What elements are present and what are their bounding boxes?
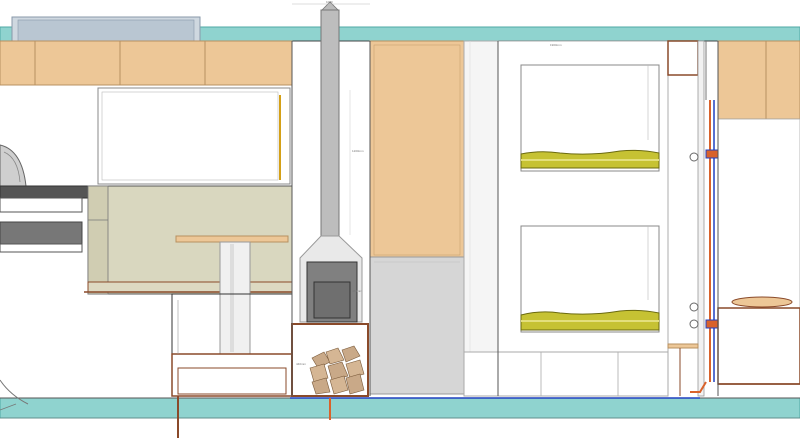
partition-wall [463, 40, 499, 397]
boat-interior-section-drawing: 1000 1200mm 480mm 440mm 1900mm [0, 0, 800, 438]
bunk-width-label: 1900mm [550, 43, 562, 47]
wardrobe-panel [369, 40, 465, 258]
lower-bunk [520, 225, 660, 333]
hull-bottom-strip [0, 397, 800, 419]
galley-counter [0, 185, 93, 253]
stove-height-label: 480mm [352, 289, 363, 293]
stove-width-label: 440mm [296, 362, 307, 366]
bunk-ladder-rail [667, 40, 705, 397]
upper-bunk [520, 64, 660, 172]
right-cabin [717, 118, 800, 385]
valves [689, 152, 699, 329]
range-hood [0, 144, 27, 187]
wardrobe-lower-panel [369, 256, 465, 395]
firewood-box: 440mm [291, 323, 369, 397]
upper-cabinets-left [0, 40, 293, 86]
window-left [97, 87, 291, 185]
chimney-height-label: 1200mm [352, 149, 364, 153]
chimney-dimension-label: 1000 [326, 0, 333, 4]
wood-stove: 480mm [306, 261, 363, 323]
under-bunk-drawers [463, 351, 669, 397]
upper-cabinets-right [717, 40, 800, 120]
side-shelf [667, 343, 699, 396]
